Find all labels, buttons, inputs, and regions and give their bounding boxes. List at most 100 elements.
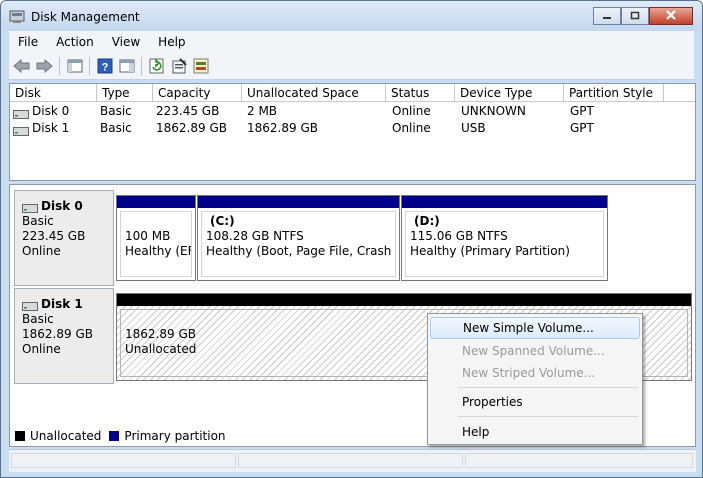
menu-action[interactable]: Action (47, 35, 103, 49)
table-cell-type: Basic (100, 121, 132, 135)
help-icon[interactable]: ? (96, 57, 114, 75)
table-cell-disk: Disk 0 (13, 103, 69, 120)
column-header-status[interactable]: Status (386, 84, 455, 102)
table-cell-partition-style: GPT (570, 121, 594, 135)
partition-label (125, 214, 187, 229)
partition-d-drive[interactable]: (D:) 115.06 GB NTFS Healthy (Primary Par… (401, 195, 608, 281)
disk-0-type: Basic (22, 214, 54, 228)
menu-help[interactable]: Help (149, 35, 194, 49)
menu-item-properties[interactable]: Properties (430, 391, 640, 413)
table-cell-device-type: USB (461, 121, 486, 135)
column-header-disk[interactable]: Disk (10, 84, 97, 102)
column-header-device-type[interactable]: Device Type (455, 84, 564, 102)
partition-health: Healthy (Primary Partition) (410, 244, 570, 258)
table-cell-status: Online (392, 104, 431, 118)
table-row[interactable]: Disk 1 Basic 1862.89 GB 1862.89 GB Onlin… (10, 120, 695, 137)
primary-partition-bar (117, 196, 195, 208)
disk-drive-icon (13, 124, 29, 136)
properties-icon[interactable] (170, 57, 188, 75)
table-cell-unallocated: 2 MB (247, 104, 278, 118)
disk-0-name: Disk 0 (22, 199, 113, 214)
table-cell-capacity: 223.45 GB (156, 104, 220, 118)
table-cell-status: Online (392, 121, 431, 135)
disk-drive-icon (22, 202, 38, 213)
table-cell-disk: Disk 1 (13, 120, 69, 137)
legend-swatch-unallocated (15, 431, 25, 441)
forward-arrow-icon[interactable] (35, 57, 53, 75)
title-bar[interactable]: Disk Management (1, 1, 702, 31)
maximize-icon (630, 9, 640, 23)
menu-item-new-simple-volume[interactable]: New Simple Volume... (430, 317, 640, 339)
minimize-icon (602, 9, 612, 23)
status-cell (11, 453, 236, 468)
context-menu: New Simple Volume... New Spanned Volume.… (427, 313, 643, 445)
menu-item-new-striped-volume[interactable]: New Striped Volume... (430, 362, 640, 384)
partition-size: 115.06 GB NTFS (410, 229, 508, 243)
partition-c-body: (C:) 108.28 GB NTFS Healthy (Boot, Page … (201, 211, 396, 277)
column-header-capacity[interactable]: Capacity (153, 84, 242, 102)
partition-c-drive[interactable]: (C:) 108.28 GB NTFS Healthy (Boot, Page … (197, 195, 400, 281)
table-cell-unallocated: 1862.89 GB (247, 121, 318, 135)
disk-1-name: Disk 1 (22, 297, 113, 312)
disk-management-app-icon (9, 10, 25, 24)
partition-health: Healthy (EFI (125, 244, 192, 258)
disk-0-size: 223.45 GB (22, 229, 86, 243)
partition-label: (C:) (210, 214, 235, 228)
back-arrow-icon[interactable] (13, 57, 31, 75)
disk-management-window: Disk Management File Action View Help ? (0, 0, 703, 478)
svg-text:?: ? (102, 62, 109, 74)
disk-0-info[interactable]: Disk 0 Basic 223.45 GB Online (14, 190, 114, 286)
disk-0-name-text: Disk 0 (41, 199, 83, 213)
partition-d-body: (D:) 115.06 GB NTFS Healthy (Primary Par… (405, 211, 604, 277)
window-title: Disk Management (31, 10, 140, 24)
legend-swatch-primary (109, 431, 120, 441)
unallocated-bar (117, 294, 691, 306)
action-pane-icon[interactable] (118, 57, 136, 75)
console-tree-icon[interactable] (66, 57, 84, 75)
column-header-unallocated-space[interactable]: Unallocated Space (242, 84, 386, 102)
partition-size: 100 MB (125, 229, 171, 243)
table-cell-text: Disk 1 (32, 121, 70, 135)
legend-label-primary: Primary partition (124, 429, 226, 443)
disk-1-info[interactable]: Disk 1 Basic 1862.89 GB Online (14, 288, 114, 384)
column-header-partition-style[interactable]: Partition Style (564, 84, 664, 102)
disk-1-type: Basic (22, 312, 54, 326)
toolbar: ? (9, 53, 694, 80)
disk-0-status: Online (22, 244, 61, 258)
maximize-button[interactable] (621, 7, 649, 25)
table-row[interactable]: Disk 0 Basic 223.45 GB 2 MB Online UNKNO… (10, 103, 695, 120)
menu-bar: File Action View Help (9, 31, 694, 53)
table-cell-partition-style: GPT (570, 104, 594, 118)
status-bar (9, 449, 696, 472)
close-icon (665, 9, 677, 23)
disk-drive-icon (22, 300, 38, 311)
partition-efi[interactable]: 100 MB Healthy (EFI (116, 195, 196, 281)
partition-size: 108.28 GB NTFS (206, 229, 304, 243)
disk-1-status: Online (22, 342, 61, 356)
menu-view[interactable]: View (103, 35, 149, 49)
volume-list-pane[interactable]: Disk Type Capacity Unallocated Space Sta… (9, 83, 696, 181)
partition-label: (D:) (414, 214, 440, 228)
primary-partition-bar (198, 196, 399, 208)
status-cell (238, 453, 463, 468)
rescan-disks-icon[interactable] (192, 57, 210, 75)
menu-item-new-spanned-volume[interactable]: New Spanned Volume... (430, 340, 640, 362)
partition-health: Healthy (Boot, Page File, Crash Dum (206, 244, 395, 258)
table-cell-capacity: 1862.89 GB (156, 121, 227, 135)
column-header-type[interactable]: Type (97, 84, 153, 102)
minimize-button[interactable] (593, 7, 621, 25)
menu-separator (458, 387, 638, 388)
primary-partition-bar (402, 196, 607, 208)
close-button[interactable] (649, 7, 693, 25)
refresh-icon[interactable] (148, 57, 166, 75)
legend-label-unallocated: Unallocated (30, 429, 102, 443)
table-cell-text: Disk 0 (32, 104, 70, 118)
disk-1-name-text: Disk 1 (41, 297, 83, 311)
status-cell (465, 453, 693, 468)
table-cell-type: Basic (100, 104, 132, 118)
table-cell-device-type: UNKNOWN (461, 104, 526, 118)
menu-item-help[interactable]: Help (430, 421, 640, 443)
partition-efi-body: 100 MB Healthy (EFI (120, 211, 192, 277)
menu-separator (458, 416, 638, 417)
menu-file[interactable]: File (9, 35, 47, 49)
